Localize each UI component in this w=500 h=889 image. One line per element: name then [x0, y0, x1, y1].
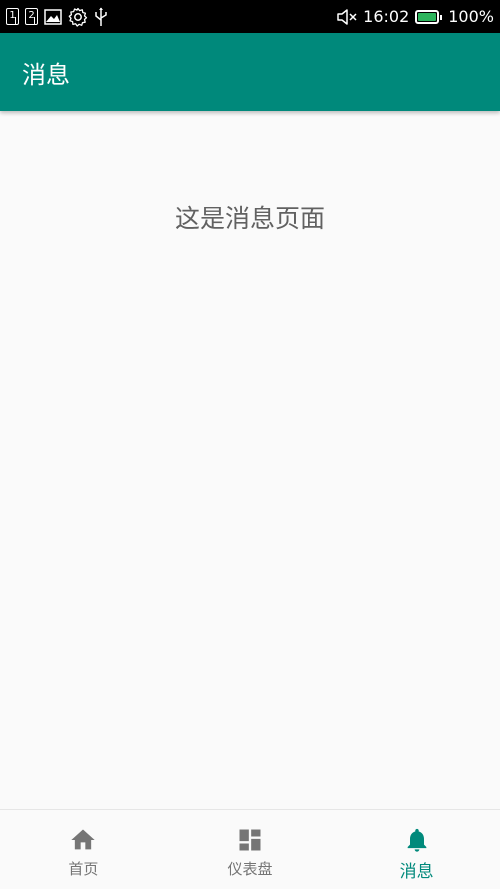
nav-item-dashboard[interactable]: 仪表盘 [167, 810, 334, 889]
sim1-label: 1 [6, 8, 19, 25]
battery-fill [418, 12, 437, 21]
app-bar: 消息 [0, 33, 500, 111]
nav-label-messages: 消息 [399, 862, 434, 882]
image-icon [44, 8, 62, 25]
status-bar-right: 16:02 100% [331, 7, 494, 26]
nav-label-home: 首页 [68, 860, 99, 878]
content-area: 这是消息页面 [0, 111, 500, 809]
clock: 16:02 [363, 7, 410, 26]
sim2-label: 2 [25, 8, 38, 25]
page-title: 消息 [22, 60, 70, 89]
sim2-icon: 2 [25, 8, 38, 25]
dashboard-icon [239, 829, 261, 851]
home-icon [71, 829, 95, 850]
bottom-navigation: 首页 仪表盘 消息 [0, 809, 500, 889]
status-bar: 1 2 16:02 100% [0, 0, 500, 33]
content-text: 这是消息页面 [174, 204, 325, 233]
battery-percent: 100% [448, 7, 494, 26]
status-bar-left: 1 2 [6, 7, 114, 27]
sim1-icon: 1 [6, 8, 19, 25]
battery-icon [415, 9, 443, 24]
bell-icon [407, 828, 427, 852]
gear-icon [68, 7, 88, 27]
usb-icon [95, 7, 107, 26]
mute-icon [337, 8, 357, 25]
nav-label-dashboard: 仪表盘 [227, 860, 273, 878]
nav-item-messages[interactable]: 消息 [333, 810, 500, 889]
nav-item-home[interactable]: 首页 [0, 810, 167, 889]
